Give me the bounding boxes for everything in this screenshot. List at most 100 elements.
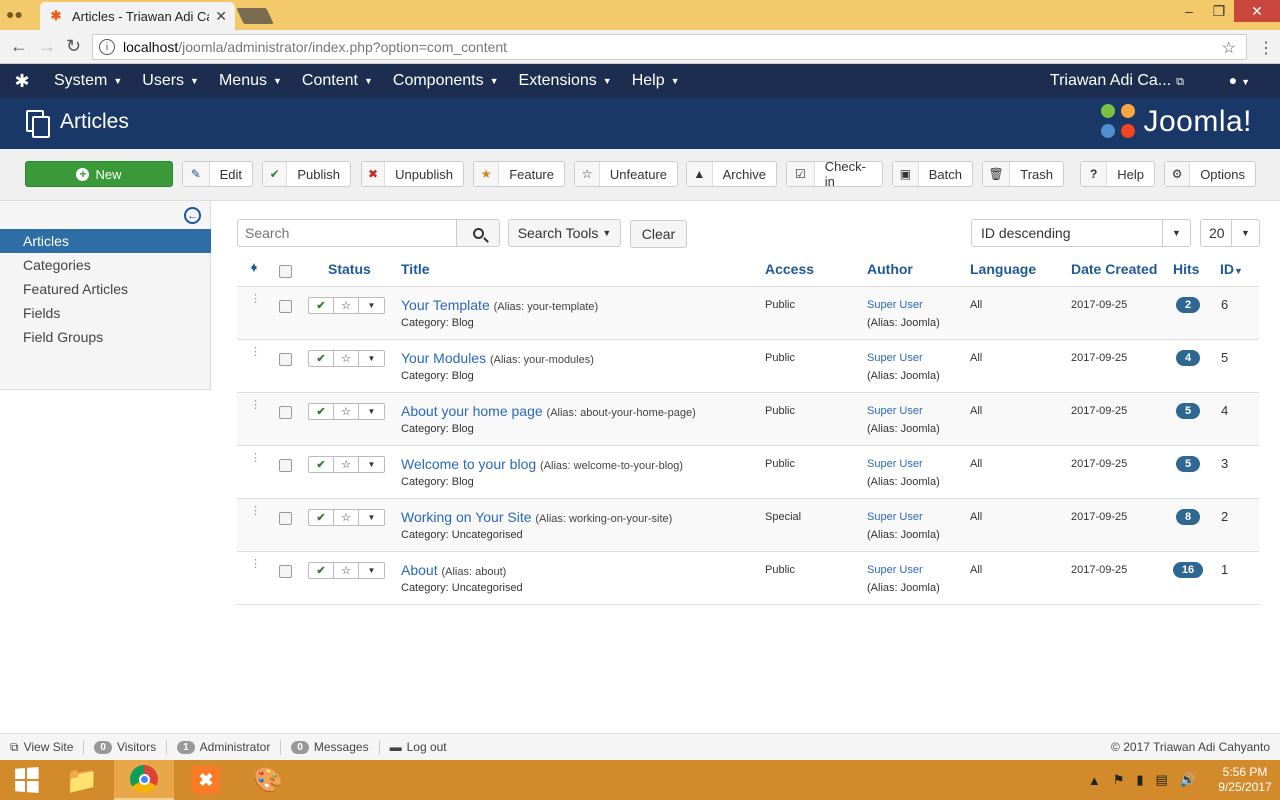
back-arrow-icon[interactable]: ←: [10, 36, 28, 57]
sidebar-item-articles[interactable]: Articles: [0, 229, 211, 253]
clear-button[interactable]: Clear: [630, 220, 687, 248]
logout-link[interactable]: ▬ Log out: [380, 740, 457, 755]
network-icon[interactable]: ▤: [1156, 772, 1168, 788]
article-title-link[interactable]: Welcome to your blog: [401, 456, 536, 472]
taskbar-clock[interactable]: 5:56 PM 9/25/2017: [1210, 765, 1280, 795]
featured-star-icon[interactable]: ☆: [334, 298, 359, 313]
column-header-id[interactable]: ID▼: [1220, 261, 1243, 277]
search-input[interactable]: [237, 219, 457, 247]
info-icon[interactable]: i: [99, 39, 115, 55]
new-button[interactable]: + New: [25, 161, 173, 187]
sidebar-item-featured-articles[interactable]: Featured Articles: [0, 277, 211, 301]
actions-dropdown-icon[interactable]: ▼: [359, 404, 384, 419]
check-all-checkbox[interactable]: [279, 265, 292, 278]
sort-select[interactable]: ID descending ▼: [971, 219, 1191, 247]
trash-button[interactable]: 🗑 Trash: [982, 161, 1064, 187]
row-checkbox[interactable]: [279, 512, 292, 525]
forward-arrow-icon[interactable]: →: [38, 36, 56, 57]
sidebar-item-field-groups[interactable]: Field Groups: [0, 325, 211, 349]
browser-tab-articles[interactable]: ✱ Articles - Triawan Adi Ca ✕: [40, 2, 235, 30]
article-author-link[interactable]: Super User: [867, 352, 923, 364]
search-button[interactable]: [456, 219, 500, 247]
article-title-link[interactable]: Working on Your Site: [401, 509, 532, 525]
bookmark-star-icon[interactable]: ☆: [1222, 38, 1236, 58]
browser-menu-icon[interactable]: ⋮: [1258, 38, 1274, 58]
menu-content[interactable]: Content ▼: [292, 64, 383, 98]
visitors-link[interactable]: 0 Visitors: [84, 739, 168, 755]
actions-dropdown-icon[interactable]: ▼: [359, 351, 384, 366]
drag-handle-icon[interactable]: ⋮: [250, 453, 261, 464]
joomla-logo-icon[interactable]: ✱: [0, 71, 44, 92]
featured-star-icon[interactable]: ☆: [334, 457, 359, 472]
taskbar-file-explorer[interactable]: 📁: [52, 760, 112, 800]
featured-star-icon[interactable]: ☆: [334, 404, 359, 419]
featured-star-icon[interactable]: ☆: [334, 563, 359, 578]
taskbar-chrome[interactable]: [114, 760, 174, 800]
featured-star-icon[interactable]: ☆: [334, 351, 359, 366]
drag-handle-icon[interactable]: ⋮: [250, 347, 261, 358]
url-input[interactable]: i localhost/joomla/administrator/index.p…: [92, 34, 1247, 60]
menu-users[interactable]: Users ▼: [132, 64, 209, 98]
article-title-link[interactable]: Your Modules: [401, 350, 486, 366]
article-author-link[interactable]: Super User: [867, 405, 923, 417]
column-header-date-created[interactable]: Date Created: [1071, 261, 1157, 277]
row-checkbox[interactable]: [279, 406, 292, 419]
checkin-button[interactable]: ☑ Check-in: [786, 159, 883, 189]
menu-system[interactable]: System ▼: [44, 64, 132, 98]
sidebar-item-fields[interactable]: Fields: [0, 301, 211, 325]
maximize-window-button[interactable]: ❐: [1204, 0, 1234, 22]
article-title-link[interactable]: About: [401, 562, 438, 578]
minimize-window-button[interactable]: –: [1174, 0, 1204, 22]
drag-handle-icon[interactable]: ⋮: [250, 506, 261, 517]
flag-icon[interactable]: ⚑: [1113, 772, 1125, 788]
taskbar-paint[interactable]: 🎨: [238, 760, 298, 800]
ordering-sort-icon[interactable]: ▲ ▼: [249, 261, 259, 283]
drag-handle-icon[interactable]: ⋮: [250, 294, 261, 305]
sidebar-item-categories[interactable]: Categories: [0, 253, 211, 277]
row-checkbox[interactable]: [279, 565, 292, 578]
menu-components[interactable]: Components ▼: [383, 64, 509, 98]
publish-button[interactable]: ✔ Publish: [262, 161, 351, 187]
column-header-hits[interactable]: Hits: [1173, 261, 1199, 277]
close-window-button[interactable]: ✕: [1234, 0, 1280, 22]
messages-link[interactable]: 0 Messages: [281, 739, 380, 755]
archive-button[interactable]: ▲ Archive: [686, 161, 777, 187]
column-header-status[interactable]: Status: [328, 261, 371, 277]
article-author-link[interactable]: Super User: [867, 299, 923, 311]
feature-button[interactable]: ★ Feature: [473, 161, 565, 187]
unpublish-button[interactable]: ✖ Unpublish: [361, 161, 464, 187]
administrator-link[interactable]: 1 Administrator: [167, 739, 282, 755]
edit-button[interactable]: ✎ Edit: [182, 161, 253, 187]
published-check-icon[interactable]: ✔: [309, 457, 334, 472]
column-header-access[interactable]: Access: [765, 261, 814, 277]
published-check-icon[interactable]: ✔: [309, 298, 334, 313]
list-limit-select[interactable]: 20 ▼: [1200, 219, 1260, 247]
help-button[interactable]: ? Help: [1080, 161, 1155, 187]
taskbar-xampp[interactable]: ✖: [176, 760, 236, 800]
article-title-link[interactable]: Your Template: [401, 297, 490, 313]
reload-icon[interactable]: ↻: [66, 36, 81, 57]
menu-extensions[interactable]: Extensions ▼: [509, 64, 622, 98]
user-menu-icon[interactable]: ● ▼: [1229, 72, 1250, 88]
published-check-icon[interactable]: ✔: [309, 563, 334, 578]
unfeature-button[interactable]: ☆ Unfeature: [574, 161, 678, 187]
batch-button[interactable]: ▣ Batch: [892, 161, 973, 187]
actions-dropdown-icon[interactable]: ▼: [359, 457, 384, 472]
show-hidden-icons[interactable]: ▲: [1088, 773, 1101, 788]
column-header-author[interactable]: Author: [867, 261, 913, 277]
article-author-link[interactable]: Super User: [867, 511, 923, 523]
site-name-link[interactable]: Triawan Adi Ca... ⧉: [1050, 72, 1184, 90]
menu-menus[interactable]: Menus ▼: [209, 64, 292, 98]
collapse-sidebar-icon[interactable]: ←: [184, 207, 201, 224]
actions-dropdown-icon[interactable]: ▼: [359, 563, 384, 578]
column-header-title[interactable]: Title: [401, 261, 430, 277]
drag-handle-icon[interactable]: ⋮: [250, 400, 261, 411]
volume-icon[interactable]: 🔊: [1180, 772, 1196, 788]
actions-dropdown-icon[interactable]: ▼: [359, 510, 384, 525]
actions-dropdown-icon[interactable]: ▼: [359, 298, 384, 313]
featured-star-icon[interactable]: ☆: [334, 510, 359, 525]
search-tools-button[interactable]: Search Tools ▼: [508, 219, 621, 247]
published-check-icon[interactable]: ✔: [309, 404, 334, 419]
published-check-icon[interactable]: ✔: [309, 351, 334, 366]
power-icon[interactable]: ▮: [1136, 772, 1143, 788]
